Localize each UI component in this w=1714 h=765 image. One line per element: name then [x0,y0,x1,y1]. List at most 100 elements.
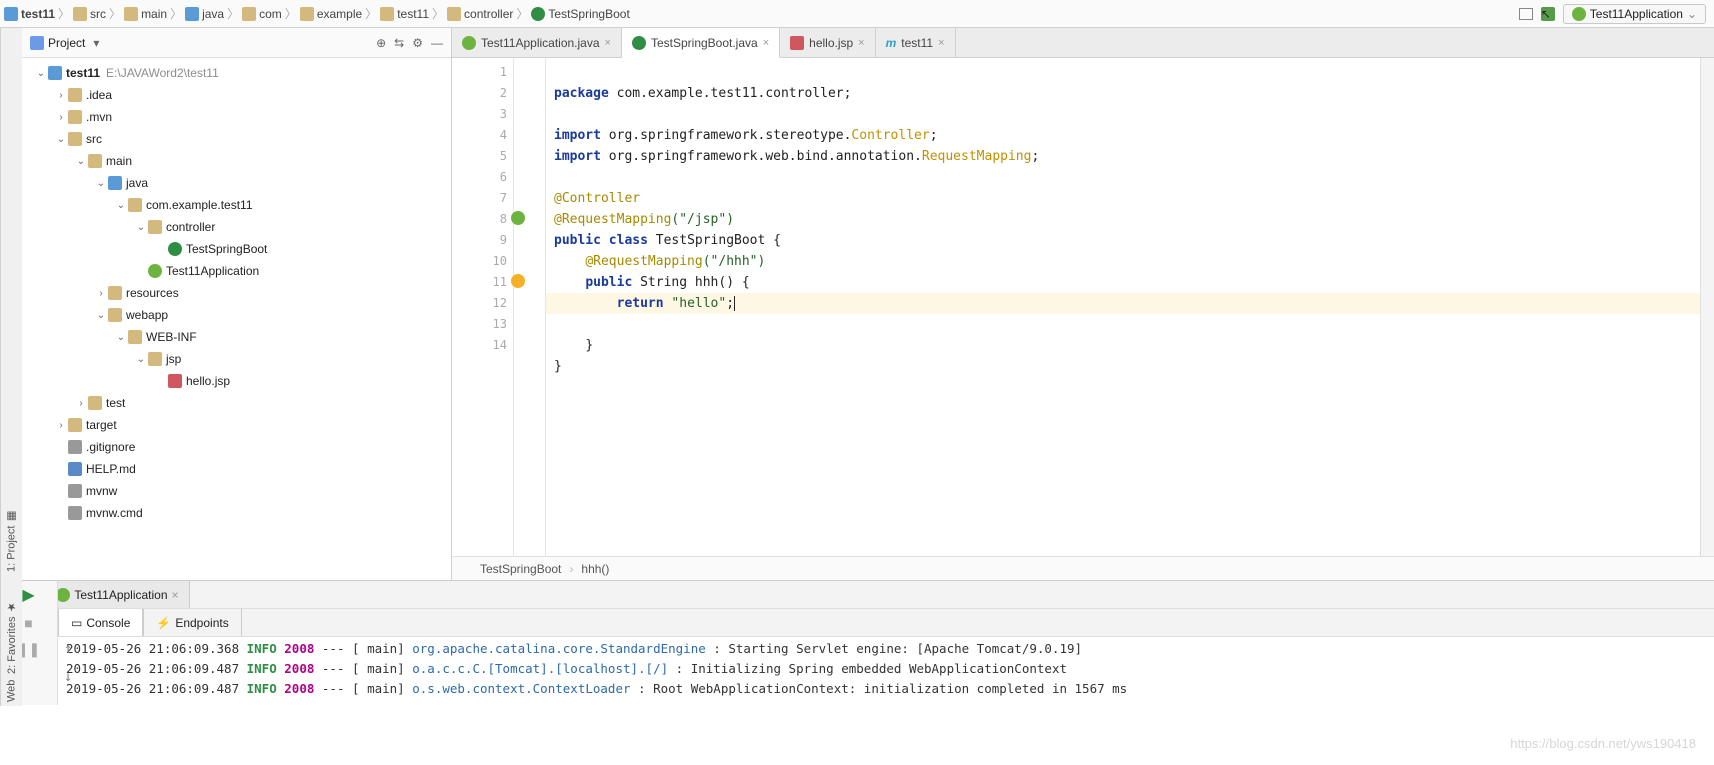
tree-item[interactable]: ⌄webapp [22,304,451,326]
breadcrumb: test11〉 src〉 main〉 java〉 com〉 example〉 t… [4,5,630,22]
tree-item[interactable]: ⌄test11E:\JAVAWord2\test11 [22,62,451,84]
folder-icon [124,7,138,21]
tree-item[interactable]: ⌄main [22,150,451,172]
project-panel: Project ▾ ⊕ ⇆ ⚙ — ⌄test11E:\JAVAWord2\te… [22,28,452,580]
endpoints-tab[interactable]: ⚡ Endpoints [143,609,241,636]
tree-item[interactable]: ⌄com.example.test11 [22,194,451,216]
rerun-icon[interactable]: ▶ [22,585,34,605]
editor-tab[interactable]: hello.jsp× [780,28,875,57]
tree-item[interactable]: ›resources [22,282,451,304]
console-output[interactable]: ↑ ↓ 2019-05-26 21:06:09.368 INFO 2008 --… [58,637,1714,760]
tree-twisty-icon[interactable]: › [54,112,68,123]
tree-item[interactable]: ⌄WEB-INF [22,326,451,348]
spring-gutter-icon[interactable] [511,211,525,225]
hide-icon[interactable]: — [431,36,443,50]
tree-item[interactable]: ⌄jsp [22,348,451,370]
tree-item[interactable]: ›target [22,414,451,436]
tree-item[interactable]: ⌄controller [22,216,451,238]
code-editor[interactable]: package com.example.test11.controller; i… [546,58,1700,556]
editor-breadcrumb: TestSpringBoot › hhh() [452,556,1714,580]
project-panel-title: Project [48,36,85,50]
txt-icon [68,484,82,498]
tree-twisty-icon[interactable]: ⌄ [74,156,88,167]
tree-item[interactable]: ›test [22,392,451,414]
tree-item[interactable]: TestSpringBoot [22,238,451,260]
folder-icon [108,308,122,322]
tree-twisty-icon[interactable]: › [94,288,108,299]
status-class[interactable]: TestSpringBoot [480,562,561,576]
close-icon[interactable]: × [763,37,769,49]
class-icon [168,242,182,256]
gear-icon[interactable]: ⚙ [412,36,423,50]
build-icon[interactable]: ↖ [1541,7,1555,21]
folder-icon [380,7,394,21]
project-tool-button[interactable]: 1: Project▦ [5,510,18,572]
spring-icon [1572,7,1586,21]
breadcrumb-item[interactable]: com [242,7,282,21]
breadcrumb-item[interactable]: test11 [380,7,429,21]
folder-icon [148,220,162,234]
project-tree[interactable]: ⌄test11E:\JAVAWord2\test11›.idea›.mvn⌄sr… [22,58,451,580]
tree-twisty-icon[interactable]: ⌄ [54,134,68,145]
tab-label: Test11Application.java [481,36,600,50]
close-icon[interactable]: × [605,37,611,49]
tree-item[interactable]: HELP.md [22,458,451,480]
run-config-selector[interactable]: Test11Application ⌄ [1563,4,1706,24]
breadcrumb-item[interactable]: src [73,7,106,21]
web-tool-button[interactable]: Web [6,680,18,702]
close-icon[interactable]: × [858,37,864,49]
breadcrumb-item[interactable]: java [185,7,224,21]
tab-label: TestSpringBoot.java [651,36,758,50]
close-icon[interactable]: × [172,588,179,602]
project-panel-header: Project ▾ ⊕ ⇆ ⚙ — [22,28,451,58]
status-method[interactable]: hhh() [581,562,609,576]
tree-twisty-icon[interactable]: › [54,90,68,101]
tree-twisty-icon[interactable]: ⌄ [114,332,128,343]
console-line: 2019-05-26 21:06:09.368 INFO 2008 --- [ … [66,639,1706,659]
scroll-up-icon[interactable]: ↑ [64,639,72,659]
close-icon[interactable]: × [938,37,944,49]
folder-icon [68,88,82,102]
tree-item[interactable]: hello.jsp [22,370,451,392]
folder-icon [128,330,142,344]
editor-tabs: Test11Application.java×TestSpringBoot.ja… [452,28,1714,58]
folder-icon [447,7,461,21]
chevron-down-icon[interactable]: ▾ [93,36,99,50]
tree-item[interactable]: mvnw.cmd [22,502,451,524]
tree-item[interactable]: ›.idea [22,84,451,106]
tree-item[interactable]: Test11Application [22,260,451,282]
editor-tab[interactable]: Test11Application.java × [452,28,622,57]
tree-twisty-icon[interactable]: ⌄ [114,200,128,211]
tree-item[interactable]: .gitignore [22,436,451,458]
tree-twisty-icon[interactable]: ⌄ [94,178,108,189]
breadcrumb-item[interactable]: example [300,7,362,21]
console-tab[interactable]: ▭ Console [58,609,143,636]
tree-twisty-icon[interactable]: ⌄ [34,68,48,79]
tree-twisty-icon[interactable]: ⌄ [134,354,148,365]
intention-bulb-icon[interactable] [511,274,525,288]
tree-twisty-icon[interactable]: ⌄ [134,222,148,233]
locate-icon[interactable]: ⊕ [376,36,386,50]
favorites-tool-button[interactable]: 2: Favorites ★ [5,600,18,674]
stop-icon[interactable]: ■ [24,615,32,631]
breadcrumb-item[interactable]: test11 [4,7,55,21]
endpoints-icon: ⚡ [156,616,171,630]
tree-twisty-icon[interactable]: › [74,398,88,409]
folder-icon [68,110,82,124]
tree-item[interactable]: ›.mvn [22,106,451,128]
expand-icon[interactable]: ⇆ [394,36,404,50]
tree-twisty-icon[interactable]: › [54,420,68,431]
tree-item[interactable]: mvnw [22,480,451,502]
breadcrumb-item[interactable]: controller [447,7,513,21]
scrollbar[interactable] [1700,58,1714,556]
tree-twisty-icon[interactable]: ⌄ [94,310,108,321]
tree-item[interactable]: ⌄src [22,128,451,150]
run-dashboard-icon[interactable] [1519,8,1533,20]
scroll-down-icon[interactable]: ↓ [64,667,72,687]
editor-tab[interactable]: mtest11× [876,28,956,57]
editor-tab[interactable]: TestSpringBoot.java × [622,28,780,58]
tree-item[interactable]: ⌄java [22,172,451,194]
run-tab[interactable]: Test11Application × [45,581,189,608]
breadcrumb-item[interactable]: main [124,7,167,21]
breadcrumb-item[interactable]: TestSpringBoot [531,7,629,21]
